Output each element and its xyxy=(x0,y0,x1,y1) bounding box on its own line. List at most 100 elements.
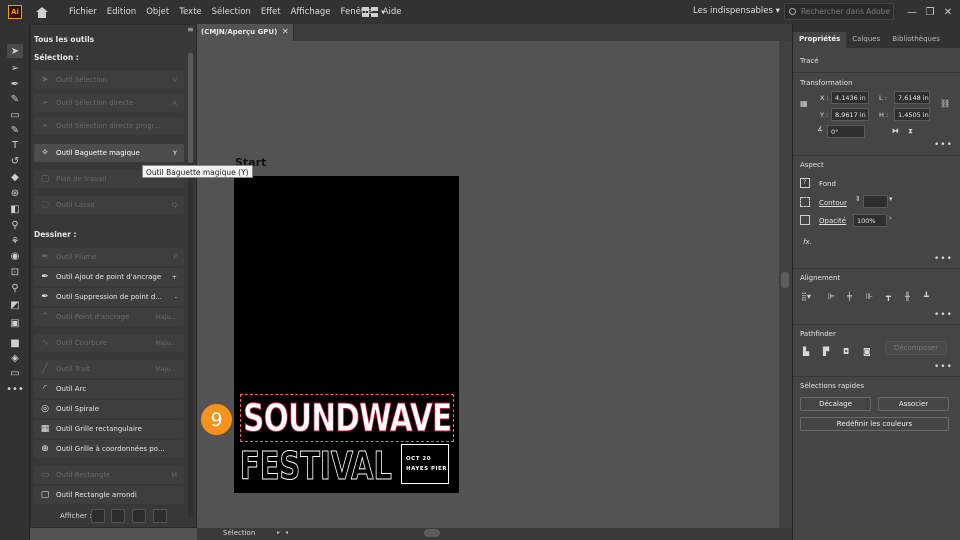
show-screen-icon[interactable] xyxy=(153,509,167,523)
arrange-documents-icon[interactable] xyxy=(362,7,378,17)
close-tab-icon[interactable]: ✕ xyxy=(282,27,289,36)
chevron-down-icon[interactable]: ▾ xyxy=(381,8,385,16)
workspace-switcher[interactable]: Les indispensables ▾ xyxy=(693,6,780,16)
selection-tool-icon[interactable]: ➤ xyxy=(7,44,23,58)
artboard-tool-icon[interactable]: ⊡ xyxy=(7,265,23,279)
y-input[interactable]: 8,9617 in xyxy=(831,108,869,121)
show-mask-icon[interactable] xyxy=(132,509,146,523)
status-prev-icon[interactable]: ◂ xyxy=(285,529,288,536)
vertical-scroll-thumb[interactable] xyxy=(781,272,789,288)
opacity-input[interactable]: 100% xyxy=(853,214,887,227)
status-menu-arrow-icon[interactable]: ▸ xyxy=(277,529,280,536)
fill-stroke-swatch-icon[interactable]: ▣ xyxy=(7,316,23,330)
menu-texte[interactable]: Texte xyxy=(179,7,201,17)
more-options-icon[interactable]: ••• xyxy=(934,140,953,150)
tool-row[interactable]: ◜ Outil Arc xyxy=(34,380,184,398)
menu-effet[interactable]: Effet xyxy=(261,7,281,17)
tool-row[interactable]: ✒ Outil Plume P xyxy=(34,248,184,266)
recolor-button[interactable]: Redéfinir les couleurs xyxy=(800,417,949,431)
align-bottom-icon[interactable]: ┻ xyxy=(924,292,929,301)
minimize-button[interactable]: — xyxy=(903,7,921,18)
menu-affichage[interactable]: Affichage xyxy=(291,7,331,17)
curvature-tool-icon[interactable]: ✎ xyxy=(7,92,23,106)
maximize-button[interactable]: ❐ xyxy=(921,7,939,18)
more-options-icon[interactable]: ••• xyxy=(934,254,953,264)
chevron-right-icon[interactable]: › xyxy=(889,214,892,222)
stroke-swatch-icon[interactable] xyxy=(800,197,810,207)
width-tool-icon[interactable]: ⊛ xyxy=(7,186,23,200)
rotate-tool-icon[interactable]: ↺ xyxy=(7,154,23,168)
tool-row[interactable]: ✒ Outil Suppression de point d... - xyxy=(34,288,184,306)
app-logo[interactable]: Ai xyxy=(8,5,22,19)
tool-row[interactable]: ➢ Outil Sélection directe progr... xyxy=(34,117,184,135)
align-top-icon[interactable]: ┳ xyxy=(886,292,891,301)
home-icon[interactable] xyxy=(36,6,48,18)
selected-title-object[interactable]: SOUNDWAVE xyxy=(240,394,454,442)
align-right-icon[interactable]: ⊪ xyxy=(866,292,873,301)
group-button[interactable]: Associer xyxy=(878,397,949,411)
x-input[interactable]: 4,1436 in xyxy=(831,91,869,104)
w-input[interactable]: 7,6148 in xyxy=(894,91,930,104)
gradient-tool-icon[interactable]: ◧ xyxy=(7,202,23,216)
tool-row[interactable]: ▦ Outil Grille rectangulaire xyxy=(34,420,184,438)
show-gradient-icon[interactable] xyxy=(111,509,125,523)
menu-selection[interactable]: Sélection xyxy=(212,7,251,17)
chevron-down-icon[interactable]: ▾ xyxy=(889,195,893,203)
menu-edition[interactable]: Edition xyxy=(107,7,136,17)
status-current-tool[interactable]: Sélection xyxy=(223,529,255,537)
shape-builder-tool-icon[interactable]: ◉ xyxy=(7,249,23,263)
flip-horizontal-icon[interactable]: ⧓ xyxy=(892,127,899,135)
paintbrush-tool-icon[interactable]: ✎ xyxy=(7,123,23,137)
expand-button[interactable]: Décomposer xyxy=(885,341,947,355)
stroke-weight-input[interactable] xyxy=(863,195,888,208)
fx-button[interactable]: fx. xyxy=(803,238,812,246)
panel-menu-icon[interactable]: ≡ xyxy=(187,25,194,34)
tool-row[interactable]: ⊕ Outil Grille à coordonnées po... xyxy=(34,440,184,458)
more-options-icon[interactable]: ••• xyxy=(934,362,953,372)
tool-row[interactable]: ∿ Outil Courbure Maju... xyxy=(34,334,184,352)
stroke-label[interactable]: Contour xyxy=(819,199,847,207)
align-center-h-icon[interactable]: ╪ xyxy=(847,292,852,301)
date-box[interactable]: OCT 20 HAYES PIER xyxy=(401,444,449,484)
stock-search-input[interactable]: Rechercher dans Adobe Stock xyxy=(784,3,894,20)
pathfinder-exclude-icon[interactable]: ◙ xyxy=(863,347,871,356)
rectangle-tool-icon[interactable]: ▭ xyxy=(7,108,23,122)
show-fill-icon[interactable] xyxy=(91,509,105,523)
tool-row[interactable]: ╱ Outil Trait Maju... xyxy=(34,360,184,378)
type-tool-icon[interactable]: T xyxy=(7,138,23,152)
close-button[interactable]: ✕ xyxy=(939,7,957,18)
menu-aide[interactable]: Aide xyxy=(383,7,402,17)
tool-row[interactable]: ➤ Outil Sélection V xyxy=(34,71,184,89)
horizontal-scroll-thumb[interactable] xyxy=(424,529,440,537)
constrain-proportions-icon[interactable]: ⛓ xyxy=(940,99,950,108)
screen-mode-icon[interactable]: ▭ xyxy=(7,366,23,380)
tool-row[interactable]: ◎ Outil Spirale xyxy=(34,400,184,418)
pathfinder-unite-icon[interactable]: ▙ xyxy=(803,347,809,356)
reference-point-icon[interactable]: ▦ xyxy=(800,99,808,108)
tab-layers[interactable]: Calques xyxy=(846,32,886,48)
opacity-icon[interactable] xyxy=(800,215,810,225)
more-tools-icon[interactable]: ••• xyxy=(6,382,24,396)
align-center-v-icon[interactable]: ╫ xyxy=(905,292,910,301)
flip-vertical-icon[interactable]: ⧗ xyxy=(908,127,913,136)
offset-path-button[interactable]: Décalage xyxy=(800,397,871,411)
stroke-weight-stepper[interactable]: ⇕ xyxy=(855,195,861,203)
align-to-icon[interactable]: ⣿▾ xyxy=(801,292,811,301)
pen-tool-icon[interactable]: ✒ xyxy=(7,77,23,91)
tool-row[interactable]: ⌃ Outil Point d'ancrage Maju... xyxy=(34,308,184,326)
align-left-icon[interactable]: ⊫ xyxy=(828,292,835,301)
document-tab[interactable]: (CMJN/Aperçu GPU) ✕ xyxy=(197,24,294,41)
angle-input[interactable]: 0° xyxy=(827,125,865,138)
tool-row[interactable]: ▢ Outil Rectangle arrondi xyxy=(34,486,184,504)
tool-row[interactable]: ➢ Outil Sélection directe A xyxy=(34,94,184,112)
more-options-icon[interactable]: ••• xyxy=(934,310,953,320)
tool-row[interactable]: ✧ Outil Baguette magique Y xyxy=(34,144,184,162)
tool-row[interactable]: ▭ Outil Rectangle M xyxy=(34,466,184,484)
tab-properties[interactable]: Propriétés xyxy=(793,32,847,48)
pathfinder-minus-front-icon[interactable]: ▛ xyxy=(823,347,829,356)
fill-stroke-icon[interactable]: ◩ xyxy=(7,298,23,312)
eyedropper-tool-icon[interactable]: ⚲ xyxy=(7,218,23,232)
tool-row[interactable]: ✒ Outil Ajout de point d'ancrage + xyxy=(34,268,184,286)
title-festival[interactable]: FESTIVAL xyxy=(240,444,393,489)
pathfinder-intersect-icon[interactable]: ◘ xyxy=(843,347,849,356)
